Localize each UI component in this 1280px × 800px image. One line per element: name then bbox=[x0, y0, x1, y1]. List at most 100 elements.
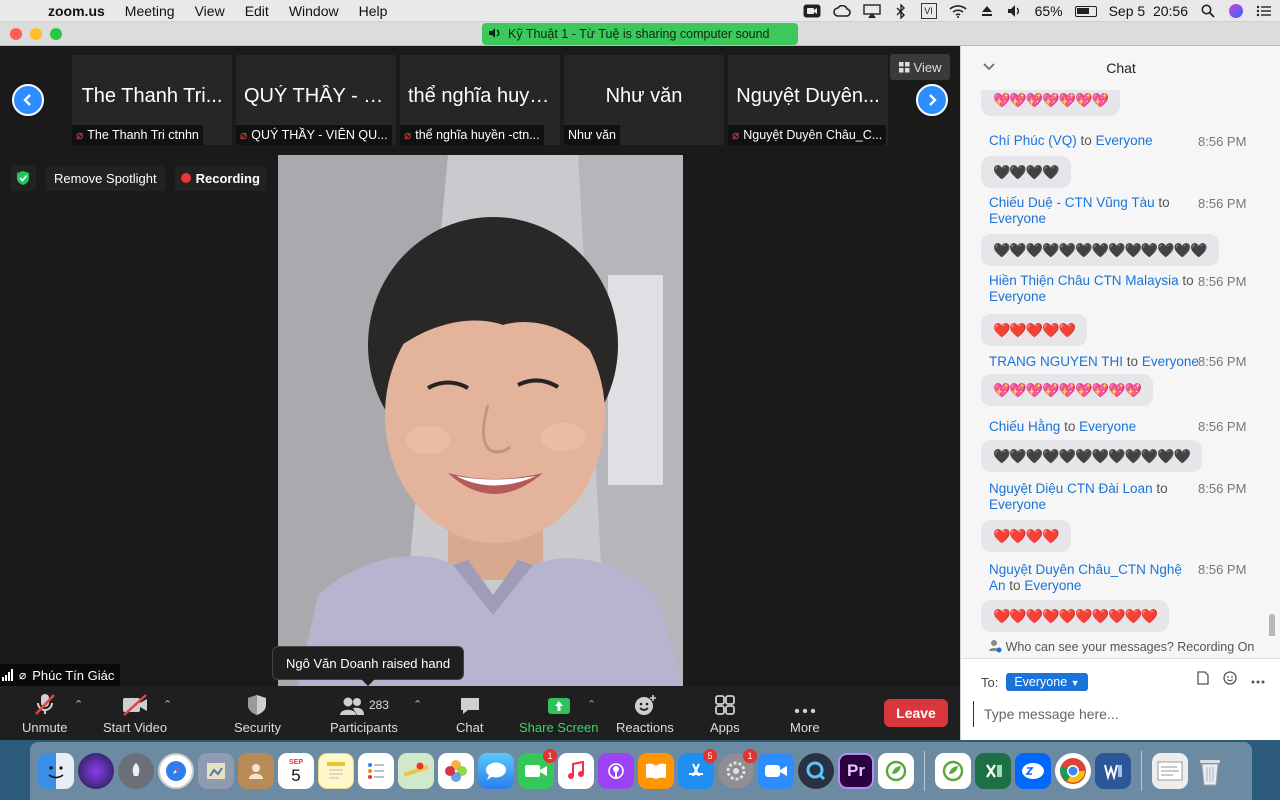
menu-window[interactable]: Window bbox=[279, 3, 349, 19]
maps-icon[interactable] bbox=[398, 753, 434, 789]
spotlight-search-icon[interactable] bbox=[1200, 3, 1216, 19]
participant-tile[interactable]: Như văn Như văn bbox=[564, 55, 724, 145]
more-button[interactable]: More bbox=[790, 690, 820, 735]
chat-sender[interactable]: Chí Phúc (VQ) bbox=[989, 133, 1077, 148]
safari-compass-icon[interactable] bbox=[158, 753, 194, 789]
start-video-button[interactable]: Start Video bbox=[103, 690, 167, 735]
security-button[interactable]: Security bbox=[234, 690, 281, 735]
volume-icon[interactable] bbox=[1007, 3, 1023, 19]
music-icon[interactable] bbox=[558, 753, 594, 789]
facetime-icon[interactable]: 1 bbox=[518, 749, 557, 789]
finder-icon[interactable] bbox=[38, 753, 74, 789]
menu-meeting[interactable]: Meeting bbox=[115, 3, 185, 19]
messages-icon[interactable] bbox=[478, 753, 514, 789]
encryption-shield-icon[interactable] bbox=[10, 165, 36, 191]
filmstrip-next-button[interactable] bbox=[916, 84, 948, 116]
recording-indicator[interactable]: Recording bbox=[174, 165, 266, 191]
system-preferences-gear-icon[interactable]: 1 bbox=[718, 749, 757, 789]
bluetooth-icon[interactable] bbox=[893, 3, 909, 19]
leaf-app-icon-2[interactable] bbox=[935, 753, 971, 789]
menu-app[interactable]: zoom.us bbox=[38, 3, 115, 19]
chat-sender[interactable]: Chiếu Hằng bbox=[989, 419, 1060, 434]
participant-tile[interactable]: QUÝ THẦY - V... ⌀ QUÝ THẦY - VIÊN QU... bbox=[236, 55, 396, 145]
zoom-app-icon[interactable] bbox=[758, 753, 794, 789]
filmstrip-previous-button[interactable] bbox=[12, 84, 44, 116]
chat-timestamp: 8:56 PM bbox=[1198, 354, 1247, 369]
input-method-icon[interactable]: VI bbox=[920, 3, 937, 19]
chat-sender[interactable]: Hiền Thiện Châu CTN Malaysia bbox=[989, 273, 1179, 288]
share-options-caret-icon[interactable]: ⌃ bbox=[587, 698, 596, 711]
leaf-app-icon[interactable] bbox=[878, 753, 914, 789]
remove-spotlight-button[interactable]: Remove Spotlight bbox=[46, 165, 165, 191]
recipient-dropdown[interactable]: Everyone ▼ bbox=[1006, 673, 1088, 691]
books-icon[interactable] bbox=[638, 753, 674, 789]
calendar-icon[interactable]: SEP 5 bbox=[278, 753, 314, 789]
chevron-down-icon[interactable] bbox=[983, 60, 995, 74]
launchpad-rocket-icon[interactable] bbox=[118, 753, 154, 789]
notification-center-icon[interactable] bbox=[1256, 3, 1272, 19]
siri-icon[interactable] bbox=[1228, 3, 1244, 19]
video-options-caret-icon[interactable]: ⌃ bbox=[163, 698, 172, 711]
chat-scrollbar[interactable] bbox=[1269, 614, 1275, 636]
close-window-button[interactable] bbox=[10, 28, 22, 40]
sharing-sound-banner[interactable]: Kỹ Thuật 1 - Từ Tuệ is sharing computer … bbox=[482, 23, 798, 45]
menu-edit[interactable]: Edit bbox=[235, 3, 279, 19]
siri-app-icon[interactable] bbox=[78, 753, 114, 789]
creative-cloud-icon[interactable] bbox=[832, 3, 851, 19]
emoji-icon[interactable] bbox=[1223, 671, 1237, 688]
zalo-icon[interactable] bbox=[1015, 753, 1051, 789]
more-options-icon[interactable] bbox=[1251, 671, 1265, 688]
minimize-window-button[interactable] bbox=[30, 28, 42, 40]
chrome-icon[interactable] bbox=[1055, 753, 1091, 789]
recent-document-icon[interactable] bbox=[1152, 753, 1188, 789]
menu-view[interactable]: View bbox=[185, 3, 235, 19]
participants-button[interactable]: 283 Participants bbox=[330, 690, 398, 735]
airplay-icon[interactable] bbox=[862, 3, 881, 19]
participant-tile[interactable]: The Thanh Tri... ⌀ The Thanh Tri ctnhn bbox=[72, 55, 232, 145]
notes-icon[interactable] bbox=[318, 753, 354, 789]
reactions-button[interactable]: Reactions bbox=[616, 690, 674, 735]
fullscreen-window-button[interactable] bbox=[50, 28, 62, 40]
participant-tile[interactable]: thể nghĩa huyề... ⌀ thể nghĩa huyền -ctn.… bbox=[400, 55, 560, 145]
word-icon[interactable] bbox=[1095, 753, 1131, 789]
photos-icon[interactable] bbox=[438, 753, 474, 789]
app-store-icon[interactable]: 5 bbox=[678, 749, 717, 789]
chat-timestamp: 8:56 PM bbox=[1198, 562, 1247, 577]
apps-button[interactable]: Apps bbox=[710, 690, 740, 735]
participants-options-caret-icon[interactable]: ⌃ bbox=[413, 698, 422, 711]
premiere-pro-icon[interactable]: Pr bbox=[838, 753, 874, 789]
chat-sender[interactable]: TRANG NGUYEN THI bbox=[989, 354, 1123, 369]
menu-help[interactable]: Help bbox=[349, 3, 398, 19]
podcasts-icon[interactable] bbox=[598, 753, 634, 789]
file-attach-icon[interactable] bbox=[1197, 671, 1209, 688]
quicktime-icon[interactable] bbox=[798, 753, 834, 789]
eject-icon[interactable] bbox=[979, 3, 995, 19]
raised-hand-notification[interactable]: Ngô Văn Doanh raised hand bbox=[272, 646, 465, 686]
wifi-icon[interactable] bbox=[949, 3, 967, 19]
zoom-status-icon[interactable] bbox=[803, 3, 821, 19]
share-screen-button[interactable]: Share Screen bbox=[519, 690, 599, 735]
audio-options-caret-icon[interactable]: ⌃ bbox=[74, 698, 83, 711]
leave-button[interactable]: Leave bbox=[884, 699, 948, 727]
view-button[interactable]: View bbox=[890, 54, 950, 80]
who-can-see-messages[interactable]: Who can see your messages? Recording On bbox=[961, 636, 1280, 658]
trash-icon[interactable] bbox=[1192, 753, 1228, 789]
preview-photos-icon[interactable] bbox=[198, 753, 234, 789]
tile-name: QUÝ THẦY - V... bbox=[244, 85, 392, 107]
chat-to-word: to bbox=[1064, 419, 1076, 434]
chat-button[interactable]: Chat bbox=[456, 690, 483, 735]
window-titlebar[interactable]: Kỹ Thuật 1 - Từ Tuệ is sharing computer … bbox=[0, 22, 1280, 46]
excel-icon[interactable] bbox=[975, 753, 1011, 789]
reminders-icon[interactable] bbox=[358, 753, 394, 789]
chat-sender[interactable]: Chiếu Duệ - CTN Vũng Tàu bbox=[989, 195, 1155, 210]
battery-icon[interactable] bbox=[1074, 5, 1097, 17]
unmute-button[interactable]: Unmute bbox=[22, 690, 68, 735]
speaker-name: Phúc Tín Giác bbox=[32, 667, 115, 683]
chat-message-input[interactable] bbox=[973, 701, 1269, 727]
contacts-book-icon[interactable] bbox=[238, 753, 274, 789]
participant-tile[interactable]: Nguyệt Duyên... ⌀ Nguyệt Duyên Châu_C... bbox=[728, 55, 888, 145]
clock[interactable]: Sep 5 20:56 bbox=[1109, 3, 1188, 19]
chat-message-list[interactable]: 💖💖💖💖💖💖💖 Chí Phúc (VQ) to Everyone 8:56 P… bbox=[961, 90, 1280, 636]
spotlight-video[interactable] bbox=[278, 155, 683, 686]
chat-sender[interactable]: Nguyệt Diệu CTN Đài Loan bbox=[989, 481, 1153, 496]
